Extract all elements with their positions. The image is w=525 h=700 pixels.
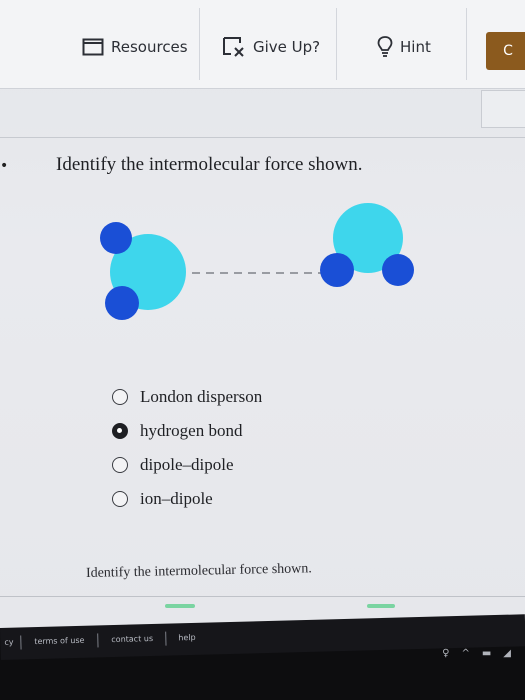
footer-divider xyxy=(165,631,167,646)
footer-link-contact[interactable]: contact us xyxy=(111,634,153,644)
answer-options: London disperson hydrogen bond dipole–di… xyxy=(112,380,262,516)
give-up-icon xyxy=(223,37,244,57)
radio-button[interactable] xyxy=(112,457,128,473)
hint-label: Hint xyxy=(400,38,431,56)
give-up-button[interactable]: Give Up? xyxy=(222,30,320,64)
network-icon[interactable]: ◢ xyxy=(503,648,511,659)
progress-indicator xyxy=(165,604,195,608)
footer-link-help[interactable]: help xyxy=(178,633,196,642)
molecule-diagram xyxy=(100,203,414,320)
continue-button[interactable]: C xyxy=(486,32,525,70)
option-dipole-dipole[interactable]: dipole–dipole xyxy=(112,448,262,482)
option-ion-dipole[interactable]: ion–dipole xyxy=(112,482,262,516)
progress-indicator xyxy=(367,604,395,608)
lightbulb-icon xyxy=(377,36,393,57)
resources-button[interactable]: Resources xyxy=(82,30,188,64)
toolbar-divider xyxy=(336,8,337,80)
option-label: London disperson xyxy=(140,387,263,406)
user-icon[interactable]: ♀ xyxy=(442,648,449,659)
section-divider xyxy=(0,137,525,138)
give-up-label: Give Up? xyxy=(253,38,321,56)
square-icon xyxy=(82,38,104,56)
hydrogen-atom-left-bottom xyxy=(105,286,139,320)
radio-button[interactable] xyxy=(112,389,128,405)
radio-button-selected[interactable] xyxy=(112,423,128,439)
system-tray: ♀ ^ ▬ ◢ xyxy=(442,648,511,659)
side-input-box[interactable] xyxy=(481,90,525,128)
toolbar-divider xyxy=(466,8,467,80)
battery-icon[interactable]: ▬ xyxy=(482,648,491,659)
bullet-icon: • xyxy=(0,158,9,174)
section-divider xyxy=(0,596,525,597)
option-london-dispersion[interactable]: London disperson xyxy=(112,380,262,414)
radio-button[interactable] xyxy=(112,491,128,507)
screen: Resources Give Up? Hint C • Identify the… xyxy=(0,0,525,628)
question-prompt-repeat: Identify the intermolecular force shown. xyxy=(85,561,312,581)
hydrogen-atom-right-left xyxy=(320,253,354,287)
option-label: dipole–dipole xyxy=(140,455,234,474)
option-label: hydrogen bond xyxy=(140,421,243,440)
chevron-up-icon[interactable]: ^ xyxy=(461,648,469,659)
question-prompt: Identify the intermolecular force shown. xyxy=(56,154,363,175)
resources-label: Resources xyxy=(111,38,188,56)
footer-link-terms[interactable]: terms of use xyxy=(34,636,84,646)
option-hydrogen-bond[interactable]: hydrogen bond xyxy=(112,414,262,448)
footer-divider xyxy=(20,635,22,650)
toolbar: Resources Give Up? Hint C xyxy=(0,0,525,89)
toolbar-divider xyxy=(199,8,200,80)
hydrogen-atom-left-top xyxy=(100,222,132,254)
option-label: ion–dipole xyxy=(140,489,213,508)
footer-divider xyxy=(97,633,99,648)
hint-button[interactable]: Hint xyxy=(377,30,431,64)
hydrogen-atom-right-right xyxy=(382,254,414,286)
footer-link-privacy[interactable]: cy xyxy=(4,638,13,647)
